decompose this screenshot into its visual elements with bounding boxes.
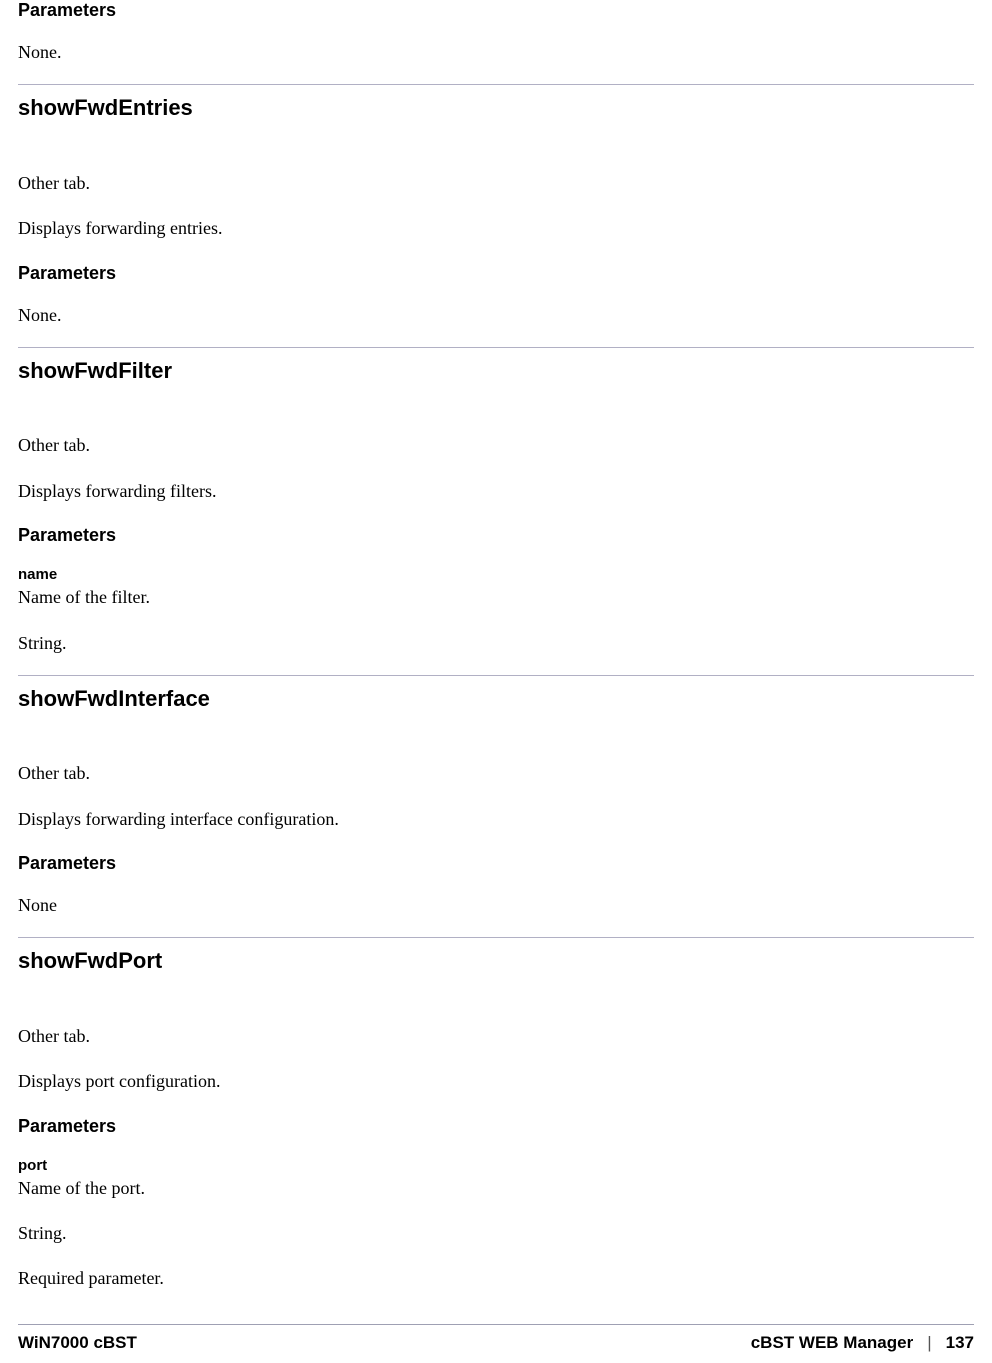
page-number: 137 [946, 1333, 974, 1353]
parameters-heading: Parameters [18, 503, 974, 552]
parameters-heading: Parameters [18, 831, 974, 880]
body-text: Other tab. [18, 388, 974, 457]
body-text: String. [18, 610, 974, 655]
parameters-heading: Parameters [18, 0, 974, 27]
command-title: showFwdFilter [18, 358, 974, 388]
footer-divider: | [927, 1333, 931, 1353]
body-text: Displays forwarding entries. [18, 195, 974, 240]
parameters-heading: Parameters [18, 1094, 974, 1143]
parameter-name: name [18, 552, 974, 584]
footer-left: WiN7000 cBST [18, 1333, 137, 1353]
body-text: Other tab. [18, 126, 974, 195]
command-title: showFwdInterface [18, 686, 974, 716]
body-text: Required parameter. [18, 1245, 974, 1290]
body-text: Name of the filter. [18, 584, 974, 609]
body-text: Other tab. [18, 979, 974, 1048]
command-title: showFwdPort [18, 948, 974, 978]
body-text: Displays port configuration. [18, 1048, 974, 1093]
body-text: Displays forwarding interface configurat… [18, 786, 974, 831]
body-text: Name of the port. [18, 1175, 974, 1200]
parameter-name: port [18, 1143, 974, 1175]
command-title: showFwdEntries [18, 95, 974, 125]
body-text: None [18, 880, 974, 917]
body-text: Other tab. [18, 716, 974, 785]
footer-right: cBST WEB Manager [751, 1333, 913, 1353]
body-text: None. [18, 290, 974, 327]
body-text: String. [18, 1200, 974, 1245]
body-text: None. [18, 27, 974, 64]
body-text: Displays forwarding filters. [18, 458, 974, 503]
parameters-heading: Parameters [18, 241, 974, 290]
